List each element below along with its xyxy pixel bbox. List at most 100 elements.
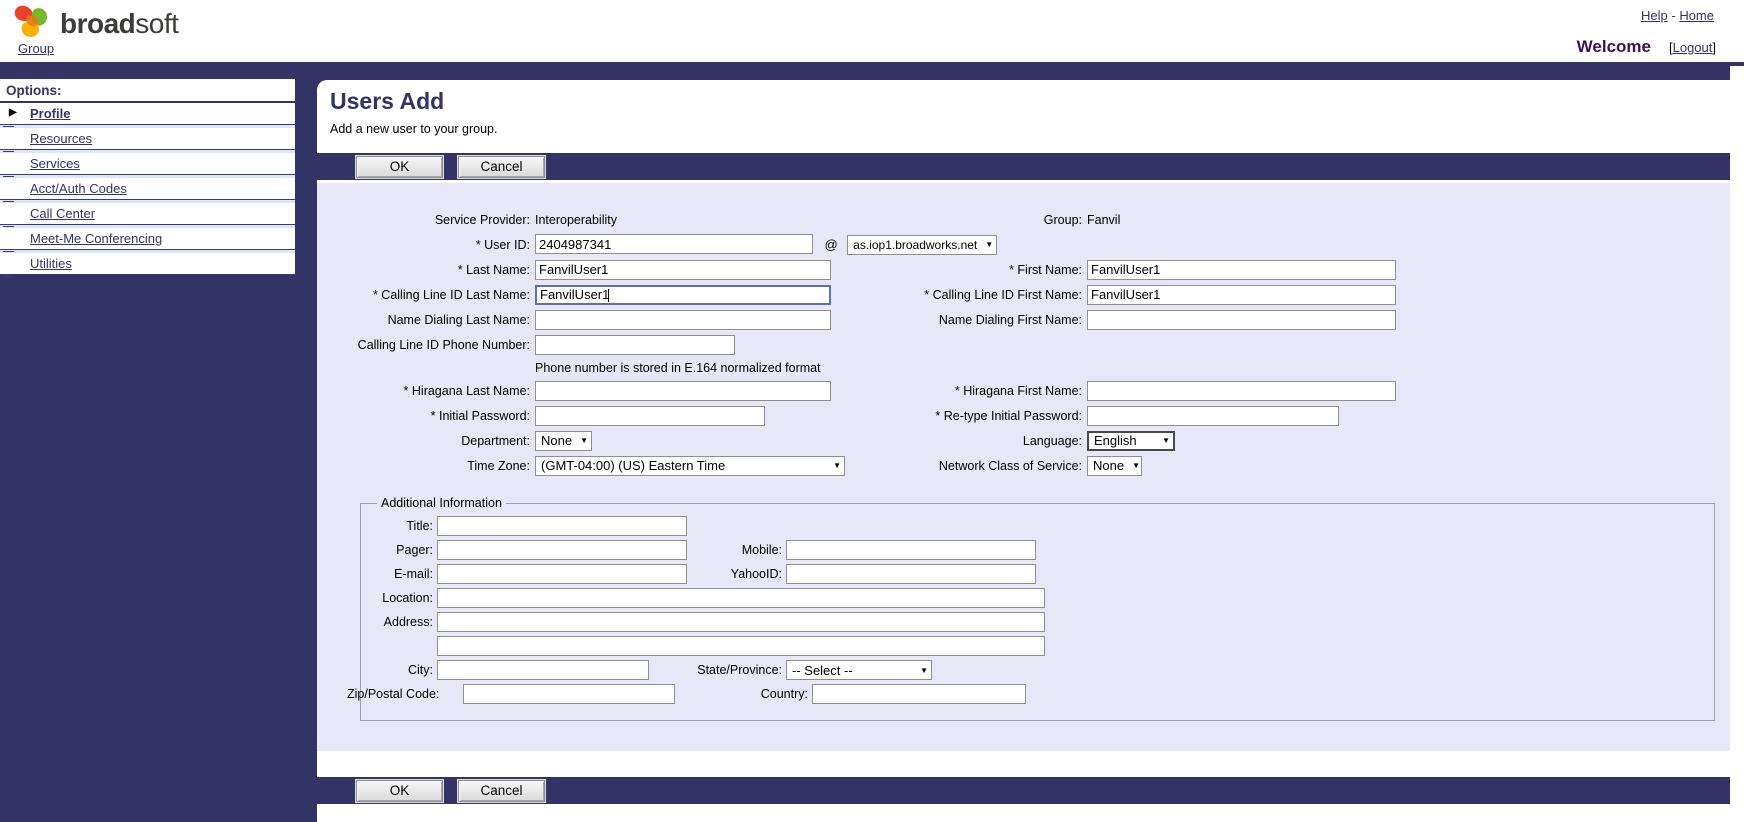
- retype-password-input[interactable]: [1087, 406, 1339, 426]
- sidebar-item-meet-me-conferencing[interactable]: Meet-Me Conferencing: [0, 228, 295, 250]
- dropdown-arrow-icon: ▼: [1162, 436, 1170, 445]
- broadsoft-logo-icon: [10, 3, 54, 43]
- location-label: Location:: [373, 591, 437, 605]
- name-dialing-first-label: Name Dialing First Name:: [837, 313, 1087, 327]
- text-caret: [608, 289, 609, 302]
- address-input[interactable]: [437, 612, 1045, 632]
- dropdown-arrow-icon: ▼: [1132, 461, 1140, 470]
- name-dialing-last-input[interactable]: [535, 310, 831, 330]
- logout-link[interactable]: Logout: [1673, 40, 1713, 55]
- logo-wordmark: broadsoft: [60, 8, 178, 40]
- user-id-label: * User ID:: [330, 238, 535, 252]
- timezone-label: Time Zone:: [330, 459, 535, 473]
- clid-phone-row: Calling Line ID Phone Number:: [330, 332, 1730, 357]
- language-label: Language:: [837, 434, 1087, 448]
- at-symbol: @: [824, 237, 837, 252]
- mobile-label: Mobile:: [689, 543, 786, 557]
- language-select[interactable]: English▼: [1087, 431, 1175, 451]
- additional-information-fieldset: Additional Information Title: Pager: Mob…: [360, 496, 1715, 721]
- hiragana-last-label: * Hiragana Last Name:: [330, 384, 535, 398]
- initial-password-input[interactable]: [535, 406, 765, 426]
- active-item-arrow-icon: ▶: [9, 107, 17, 118]
- clid-phone-input[interactable]: [535, 335, 735, 355]
- page-title: Users Add: [330, 88, 1730, 115]
- hiragana-last-input[interactable]: [535, 381, 831, 401]
- home-link[interactable]: Home: [1679, 8, 1714, 23]
- name-dialing-last-label: Name Dialing Last Name:: [330, 313, 535, 327]
- service-provider-value: Interoperability: [535, 213, 837, 227]
- retype-password-label: * Re-type Initial Password:: [837, 409, 1087, 423]
- address2-input[interactable]: [437, 636, 1045, 656]
- options-title: Options:: [0, 79, 295, 103]
- yahoo-id-input[interactable]: [786, 564, 1036, 584]
- header: broadsoft Help - Home Group Welcome [Log…: [0, 0, 1744, 62]
- welcome-area: Welcome [Logout]: [1577, 37, 1716, 57]
- first-name-label: * First Name:: [837, 263, 1087, 277]
- location-row: Location:: [373, 586, 1702, 610]
- mobile-input[interactable]: [786, 540, 1036, 560]
- clid-phone-label: Calling Line ID Phone Number:: [330, 338, 535, 352]
- sidebar-item-utilities[interactable]: Utilities: [0, 253, 295, 275]
- title-input[interactable]: [437, 516, 687, 536]
- city-state-row: City: State/Province: -- Select --▼: [373, 658, 1702, 682]
- sidebar-item-services[interactable]: Services: [0, 153, 295, 175]
- last-name-input[interactable]: [535, 260, 831, 280]
- ncos-select[interactable]: None▼: [1087, 456, 1142, 476]
- zip-postal-code-input[interactable]: [463, 684, 675, 704]
- broadsoft-logo: broadsoft: [10, 3, 178, 43]
- country-input[interactable]: [812, 684, 1026, 704]
- top-toolbar: OK Cancel: [317, 153, 1730, 180]
- sidebar-item-acct-auth-codes[interactable]: Acct/Auth Codes: [0, 178, 295, 200]
- name-dialing-row: Name Dialing Last Name: Name Dialing Fir…: [330, 307, 1730, 332]
- address-row: Address:: [373, 610, 1702, 634]
- email-label: E-mail:: [373, 567, 437, 581]
- sidebar-item-resources[interactable]: Resources: [0, 128, 295, 150]
- group-value: Fanvil: [1087, 213, 1730, 227]
- pager-input[interactable]: [437, 540, 687, 560]
- domain-select[interactable]: as.iop1.broadworks.net▼: [847, 235, 997, 255]
- clid-last-name-label: * Calling Line ID Last Name:: [330, 288, 535, 302]
- cancel-button-top[interactable]: Cancel: [458, 156, 545, 178]
- address-label: Address:: [373, 615, 437, 629]
- address2-row: [373, 634, 1702, 658]
- name-row: * Last Name: * First Name:: [330, 257, 1730, 282]
- main-content: Users Add Add a new user to your group. …: [317, 80, 1730, 822]
- timezone-select[interactable]: (GMT-04:00) (US) Eastern Time▼: [535, 456, 845, 476]
- sidebar-item-call-center[interactable]: Call Center: [0, 203, 295, 225]
- pager-mobile-row: Pager: Mobile:: [373, 538, 1702, 562]
- sidebar: Options: ▶ Profile Resources Services Ac…: [0, 66, 317, 822]
- city-input[interactable]: [437, 660, 649, 680]
- name-dialing-first-input[interactable]: [1087, 310, 1396, 330]
- ok-button-bottom[interactable]: OK: [356, 780, 443, 802]
- department-select[interactable]: None▼: [535, 431, 592, 451]
- first-name-input[interactable]: [1087, 260, 1396, 280]
- state-province-select[interactable]: -- Select --▼: [786, 660, 932, 680]
- help-link[interactable]: Help: [1641, 8, 1668, 23]
- clid-first-name-input[interactable]: [1087, 285, 1396, 305]
- zip-country-row: Zip/Postal Code: Country:: [373, 682, 1702, 706]
- department-language-row: Department: None▼ Language: English▼: [330, 428, 1730, 453]
- group-label: Group:: [837, 213, 1087, 227]
- breadcrumb: Group: [18, 41, 54, 56]
- pager-label: Pager:: [373, 543, 437, 557]
- breadcrumb-group-link[interactable]: Group: [18, 41, 54, 56]
- ok-button-top[interactable]: OK: [356, 156, 443, 178]
- hiragana-first-input[interactable]: [1087, 381, 1396, 401]
- top-links: Help - Home: [1641, 8, 1714, 23]
- bottom-toolbar: OK Cancel: [317, 777, 1730, 804]
- hiragana-first-label: * Hiragana First Name:: [837, 384, 1087, 398]
- email-input[interactable]: [437, 564, 687, 584]
- ncos-label: Network Class of Service:: [838, 459, 1087, 473]
- sidebar-item-profile[interactable]: ▶ Profile: [0, 103, 295, 125]
- location-input[interactable]: [437, 588, 1045, 608]
- user-id-input[interactable]: [535, 234, 813, 254]
- title-label: Title:: [373, 519, 437, 533]
- yahoo-label: YahooID:: [689, 567, 786, 581]
- service-provider-row: Service Provider: Interoperability Group…: [330, 207, 1730, 232]
- city-label: City:: [373, 663, 437, 677]
- initial-password-label: * Initial Password:: [330, 409, 535, 423]
- clid-last-name-input[interactable]: [535, 285, 831, 305]
- phone-note-row: Phone number is stored in E.164 normaliz…: [330, 357, 1730, 378]
- cancel-button-bottom[interactable]: Cancel: [458, 780, 545, 802]
- bottom-gap: [330, 751, 1730, 777]
